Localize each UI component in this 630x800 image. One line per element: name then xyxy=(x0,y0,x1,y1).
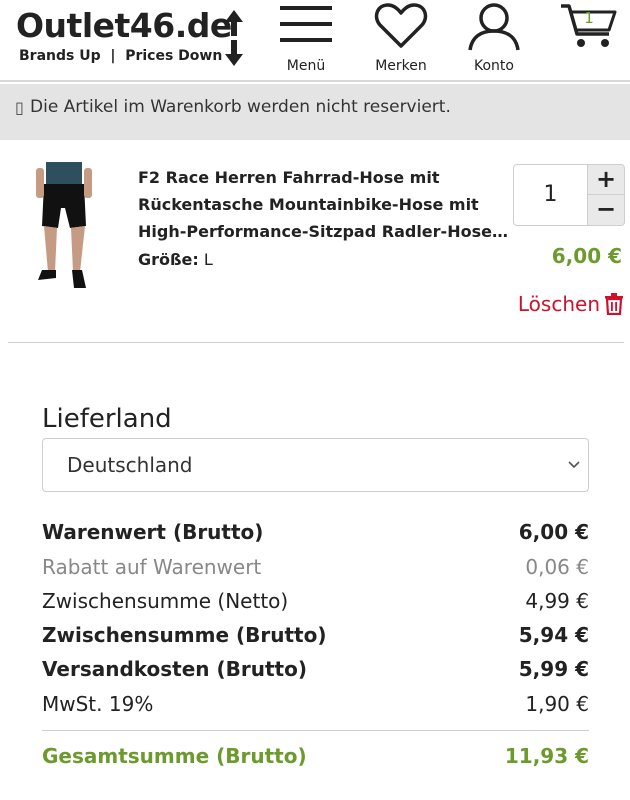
quantity-input[interactable]: 1 xyxy=(513,164,587,226)
total-value: 11,93 € xyxy=(504,744,589,768)
summary-label: Rabatt auf Warenwert xyxy=(42,555,262,579)
shipping-country-value: Deutschland xyxy=(67,453,193,477)
site-logo[interactable]: Outlet46.de Brands Up | Prices Down xyxy=(16,6,248,68)
summary-label: Zwischensumme (Netto) xyxy=(42,589,289,613)
total-label: Gesamtsumme (Brutto) xyxy=(42,744,307,768)
wishlist-label: Merken xyxy=(375,58,427,74)
total-row: Gesamtsumme (Brutto) 11,93 € xyxy=(42,744,589,774)
menu-label: Menü xyxy=(286,58,326,74)
cart-item: F2 Race Herren Fahrrad-Hose mit Rückenta… xyxy=(0,140,630,344)
product-title-line: F2 Race Herren Fahrrad-Hose mit xyxy=(138,168,440,187)
summary-value: 5,94 € xyxy=(518,623,589,647)
summary-value: 4,99 € xyxy=(525,589,589,613)
info-icon: ▯ xyxy=(15,98,24,117)
cart-count: 1 xyxy=(584,9,594,27)
summary-value: 0,06 € xyxy=(525,555,589,579)
size-value: L xyxy=(203,250,213,269)
product-size: Größe: L xyxy=(138,250,213,269)
item-divider xyxy=(8,342,624,343)
shipping-country-select[interactable]: Deutschland xyxy=(42,438,589,492)
reservation-notice: ▯ Die Artikel im Warenkorb werden nicht … xyxy=(0,84,630,140)
summary-value: 6,00 € xyxy=(518,520,589,544)
product-title[interactable]: F2 Race Herren Fahrrad-Hose mit Rückenta… xyxy=(138,164,508,245)
product-image[interactable] xyxy=(28,162,100,292)
notice-text: Die Artikel im Warenkorb werden nicht re… xyxy=(30,97,451,117)
wishlist-button[interactable]: Merken xyxy=(366,0,436,80)
user-icon xyxy=(468,3,520,51)
quantity-increase-button[interactable]: + xyxy=(587,164,625,195)
product-title-line: High-Performance-Sitzpad Radler-Hose Fah… xyxy=(138,222,508,241)
updown-arrows-icon xyxy=(225,10,243,66)
delete-button[interactable]: Löschen xyxy=(518,292,624,316)
logo-text: Outlet46.de xyxy=(16,6,232,45)
summary-label: MwSt. 19% xyxy=(42,692,154,716)
summary-row: Warenwert (Brutto) 6,00 € xyxy=(42,520,589,550)
summary-row: MwSt. 19% 1,90 € xyxy=(42,692,589,722)
summary-row: Rabatt auf Warenwert 0,06 € xyxy=(42,555,589,585)
account-label: Konto xyxy=(474,58,514,74)
summary-row: Versandkosten (Brutto) 5,99 € xyxy=(42,657,589,687)
heart-icon xyxy=(374,3,428,48)
delete-label: Löschen xyxy=(517,292,600,316)
hamburger-icon xyxy=(280,6,332,42)
summary-value: 5,99 € xyxy=(518,657,589,681)
summary-label: Versandkosten (Brutto) xyxy=(42,657,307,681)
menu-button[interactable]: Menü xyxy=(272,0,340,80)
shipping-country-label: Lieferland xyxy=(42,404,172,434)
summary-row: Zwischensumme (Netto) 4,99 € xyxy=(42,589,589,619)
summary-label: Zwischensumme (Brutto) xyxy=(42,623,327,647)
account-button[interactable]: Konto xyxy=(460,0,528,80)
cart-button[interactable]: 1 xyxy=(556,0,622,80)
size-label: Größe: xyxy=(138,250,199,269)
summary-row: Zwischensumme (Brutto) 5,94 € xyxy=(42,623,589,653)
quantity-decrease-button[interactable]: − xyxy=(587,195,625,226)
summary-divider xyxy=(42,730,589,731)
logo-tagline: Brands Up | Prices Down xyxy=(19,48,223,64)
product-price: 6,00 € xyxy=(551,244,622,268)
trash-icon xyxy=(605,293,623,315)
summary-value: 1,90 € xyxy=(525,692,589,716)
chevron-down-icon xyxy=(568,461,580,469)
site-header: Outlet46.de Brands Up | Prices Down Menü… xyxy=(0,0,630,82)
product-title-line: Rückentasche Mountainbike-Hose mit xyxy=(138,195,479,214)
summary-label: Warenwert (Brutto) xyxy=(42,520,264,544)
